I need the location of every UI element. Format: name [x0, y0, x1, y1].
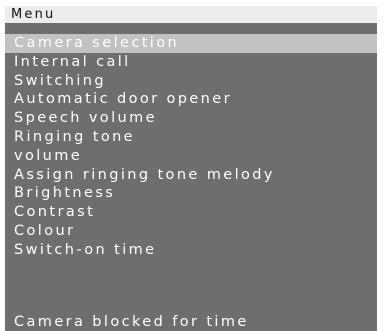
menu-item-colour[interactable]: Colour — [5, 222, 377, 241]
menu-item-contrast[interactable]: Contrast — [5, 203, 377, 222]
menu-item-internal-call[interactable]: Internal call — [5, 53, 377, 72]
menu-item-ringing-tone[interactable]: Ringing tone — [5, 128, 377, 147]
menu-item-automatic-door-opener[interactable]: Automatic door opener — [5, 90, 377, 109]
menu-list: Camera selection Internal call Switching… — [5, 34, 377, 260]
menu-item-switching[interactable]: Switching — [5, 72, 377, 91]
menu-item-camera-selection[interactable]: Camera selection — [5, 34, 377, 53]
menu-item-speech-volume[interactable]: Speech volume — [5, 109, 377, 128]
status-message: Camera blocked for time — [14, 314, 249, 330]
menu-item-brightness[interactable]: Brightness — [5, 184, 377, 203]
menu-screen: Menu Camera selection Internal call Swit… — [5, 6, 377, 331]
menu-item-volume[interactable]: volume — [5, 147, 377, 166]
menu-title: Menu — [11, 7, 56, 22]
menu-header: Menu — [5, 6, 377, 23]
menu-item-assign-ringing-tone-melody[interactable]: Assign ringing tone melody — [5, 166, 377, 185]
menu-item-switch-on-time[interactable]: Switch-on time — [5, 241, 377, 260]
